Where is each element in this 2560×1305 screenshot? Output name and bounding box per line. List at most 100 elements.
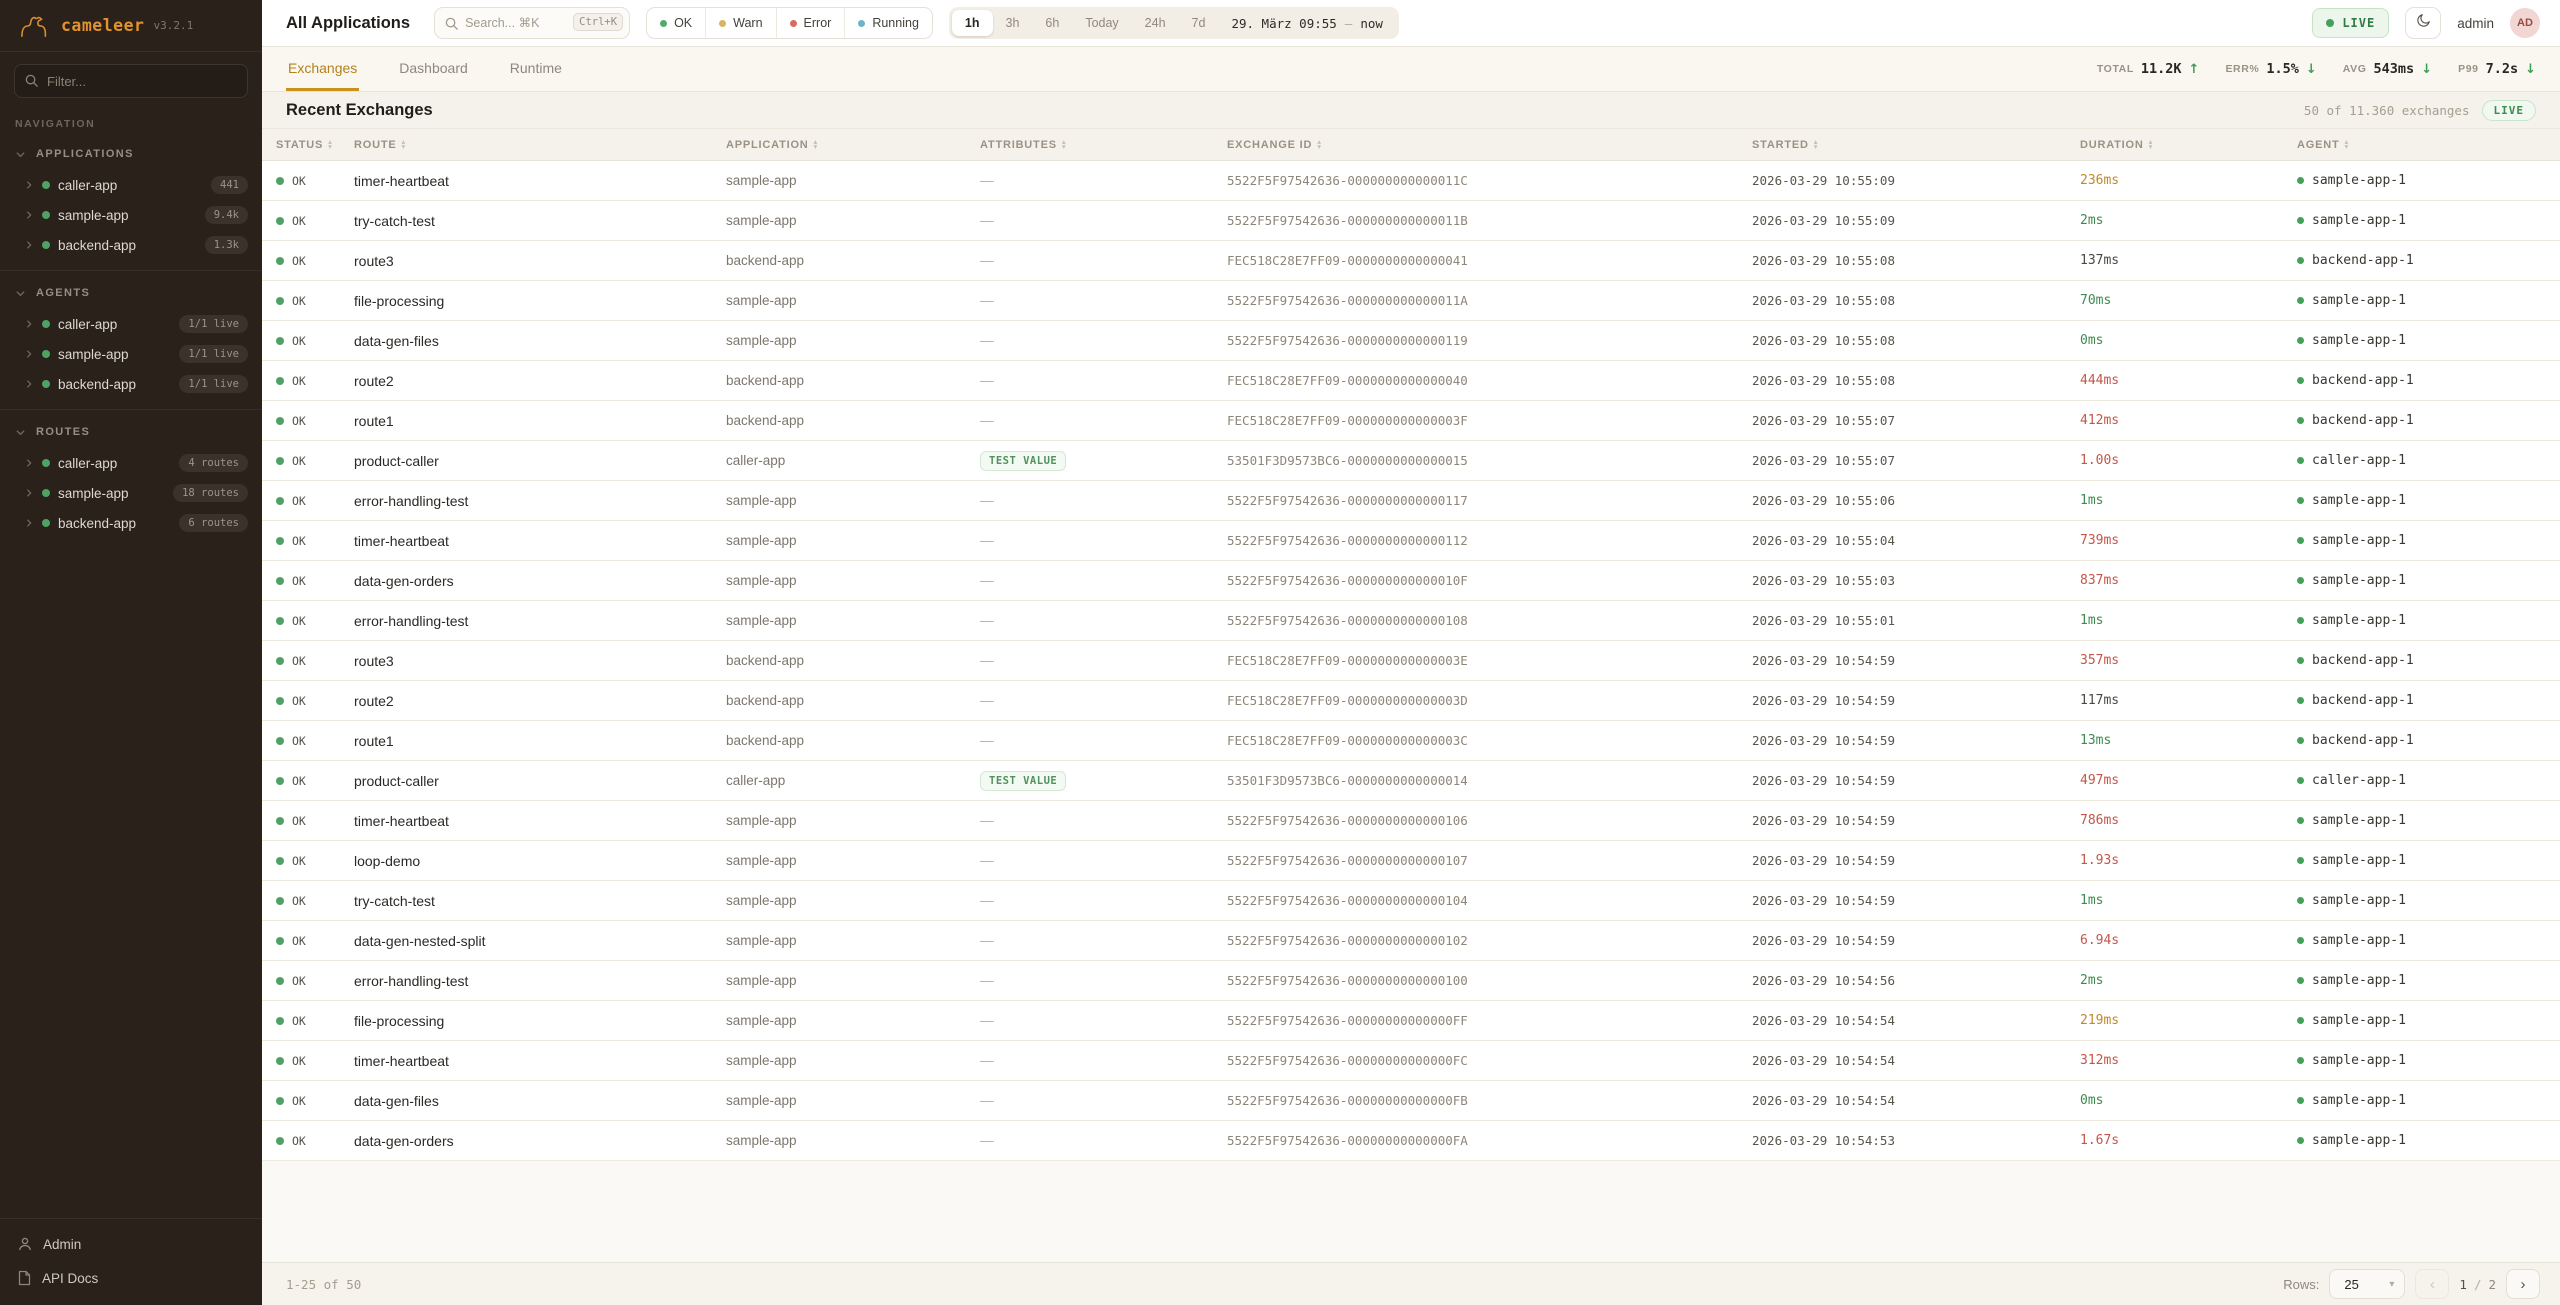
sidebar-footer-item-admin[interactable]: Admin xyxy=(0,1227,262,1261)
table-row[interactable]: OK timer-heartbeat sample-app — 5522F5F9… xyxy=(262,801,2560,841)
avatar[interactable]: AD xyxy=(2510,8,2540,38)
time-range-1h[interactable]: 1h xyxy=(952,10,993,36)
status-filter-running[interactable]: Running xyxy=(844,8,932,38)
application-cell: sample-app xyxy=(726,293,980,308)
column-header-application[interactable]: APPLICATION ▴▾ xyxy=(726,139,980,151)
table-row[interactable]: OK timer-heartbeat sample-app — 5522F5F9… xyxy=(262,161,2560,201)
column-header-route[interactable]: ROUTE ▴▾ xyxy=(354,139,726,151)
agent-dot xyxy=(2297,937,2304,944)
sidebar-item-caller-app[interactable]: caller-app 441 xyxy=(0,170,262,200)
attributes-cell: — xyxy=(980,693,1227,708)
username-label[interactable]: admin xyxy=(2457,16,2494,31)
status-text: OK xyxy=(292,734,306,748)
sidebar-item-backend-app[interactable]: backend-app 6 routes xyxy=(0,508,262,538)
column-header-duration[interactable]: DURATION ▴▾ xyxy=(2080,139,2297,151)
table-row[interactable]: OK data-gen-files sample-app — 5522F5F97… xyxy=(262,1081,2560,1121)
status-filter-warn[interactable]: Warn xyxy=(705,8,775,38)
sidebar-item-sample-app[interactable]: sample-app 1/1 live xyxy=(0,339,262,369)
agent-dot xyxy=(2297,1137,2304,1144)
agent-cell: sample-app-1 xyxy=(2312,333,2406,348)
route-cell: route3 xyxy=(354,653,726,669)
sort-icon: ▴▾ xyxy=(328,140,333,148)
duration-cell: 137ms xyxy=(2080,253,2297,268)
time-range-today[interactable]: Today xyxy=(1072,10,1131,36)
document-icon xyxy=(17,1270,32,1286)
sidebar-item-sample-app[interactable]: sample-app 9.4k xyxy=(0,200,262,230)
duration-cell: 2ms xyxy=(2080,973,2297,988)
table-row[interactable]: OK timer-heartbeat sample-app — 5522F5F9… xyxy=(262,521,2560,561)
theme-toggle-button[interactable] xyxy=(2405,7,2441,39)
previous-page-button[interactable]: ‹ xyxy=(2415,1269,2449,1299)
application-cell: sample-app xyxy=(726,213,980,228)
sidebar-item-badge: 4 routes xyxy=(179,454,248,472)
column-header-agent[interactable]: AGENT ▴▾ xyxy=(2297,139,2560,151)
table-row[interactable]: OK product-caller caller-app TEST VALUE … xyxy=(262,441,2560,481)
table-row[interactable]: OK route3 backend-app — FEC518C28E7FF09-… xyxy=(262,641,2560,681)
status-ok-dot xyxy=(276,217,284,225)
status-filter-ok[interactable]: OK xyxy=(647,8,705,38)
pagination-bar: 1-25 of 50 Rows: 25 ▾ ‹ 1/2 › xyxy=(262,1262,2560,1305)
table-row[interactable]: OK data-gen-files sample-app — 5522F5F97… xyxy=(262,321,2560,361)
table-row[interactable]: OK file-processing sample-app — 5522F5F9… xyxy=(262,281,2560,321)
chevron-left-icon: ‹ xyxy=(2430,1276,2435,1293)
table-row[interactable]: OK try-catch-test sample-app — 5522F5F97… xyxy=(262,881,2560,921)
attributes-cell: — xyxy=(980,973,1227,988)
exchange-id-cell: 5522F5F97542636-00000000000000FF xyxy=(1227,1013,1752,1028)
time-range-7d[interactable]: 7d xyxy=(1179,10,1219,36)
sidebar-item-sample-app[interactable]: sample-app 18 routes xyxy=(0,478,262,508)
stat-value: 1.5% xyxy=(2266,61,2299,77)
sidebar-section-header[interactable]: APPLICATIONS xyxy=(0,138,262,170)
table-row[interactable]: OK data-gen-nested-split sample-app — 55… xyxy=(262,921,2560,961)
table-row[interactable]: OK data-gen-orders sample-app — 5522F5F9… xyxy=(262,1121,2560,1161)
sidebar-section-header[interactable]: AGENTS xyxy=(0,277,262,309)
table-row[interactable]: OK loop-demo sample-app — 5522F5F9754263… xyxy=(262,841,2560,881)
agent-dot xyxy=(2297,337,2304,344)
attributes-cell: — xyxy=(980,653,1227,668)
table-row[interactable]: OK try-catch-test sample-app — 5522F5F97… xyxy=(262,201,2560,241)
sidebar-item-caller-app[interactable]: caller-app 1/1 live xyxy=(0,309,262,339)
attributes-cell: — xyxy=(980,1053,1227,1068)
sidebar-item-backend-app[interactable]: backend-app 1.3k xyxy=(0,230,262,260)
table-row[interactable]: OK timer-heartbeat sample-app — 5522F5F9… xyxy=(262,1041,2560,1081)
table-row[interactable]: OK product-caller caller-app TEST VALUE … xyxy=(262,761,2560,801)
tab-exchanges[interactable]: Exchanges xyxy=(286,47,359,91)
date-range-picker[interactable]: 29. März 09:55—now xyxy=(1218,16,1395,31)
started-cell: 2026-03-29 10:54:59 xyxy=(1752,733,2080,748)
column-header-status[interactable]: STATUS ▴▾ xyxy=(276,139,354,151)
table-row[interactable]: OK route1 backend-app — FEC518C28E7FF09-… xyxy=(262,401,2560,441)
rows-per-page-select[interactable]: 25 ▾ xyxy=(2329,1269,2405,1299)
table-row[interactable]: OK data-gen-orders sample-app — 5522F5F9… xyxy=(262,561,2560,601)
status-filter-error[interactable]: Error xyxy=(776,8,845,38)
exchange-id-cell: 5522F5F97542636-0000000000000119 xyxy=(1227,333,1752,348)
table-row[interactable]: OK file-processing sample-app — 5522F5F9… xyxy=(262,1001,2560,1041)
table-row[interactable]: OK route3 backend-app — FEC518C28E7FF09-… xyxy=(262,241,2560,281)
table-row[interactable]: OK error-handling-test sample-app — 5522… xyxy=(262,601,2560,641)
column-header-started[interactable]: STARTED ▴▾ xyxy=(1752,139,2080,151)
next-page-button[interactable]: › xyxy=(2506,1269,2540,1299)
attributes-cell: — xyxy=(980,853,1227,868)
route-cell: data-gen-files xyxy=(354,1093,726,1109)
agent-dot xyxy=(2297,697,2304,704)
time-range-3h[interactable]: 3h xyxy=(993,10,1033,36)
filter-input[interactable] xyxy=(14,64,248,98)
table-row[interactable]: OK route2 backend-app — FEC518C28E7FF09-… xyxy=(262,681,2560,721)
agent-cell: backend-app-1 xyxy=(2312,733,2414,748)
live-toggle-button[interactable]: LIVE xyxy=(2312,8,2389,38)
route-cell: route3 xyxy=(354,253,726,269)
table-row[interactable]: OK route1 backend-app — FEC518C28E7FF09-… xyxy=(262,721,2560,761)
time-range-6h[interactable]: 6h xyxy=(1032,10,1072,36)
sidebar-item-backend-app[interactable]: backend-app 1/1 live xyxy=(0,369,262,399)
column-header-attributes[interactable]: ATTRIBUTES ▴▾ xyxy=(980,139,1227,151)
sidebar-section-header[interactable]: ROUTES xyxy=(0,416,262,448)
table-row[interactable]: OK error-handling-test sample-app — 5522… xyxy=(262,961,2560,1001)
table-row[interactable]: OK route2 backend-app — FEC518C28E7FF09-… xyxy=(262,361,2560,401)
tab-dashboard[interactable]: Dashboard xyxy=(397,47,470,91)
time-range-24h[interactable]: 24h xyxy=(1132,10,1179,36)
agent-cell: backend-app-1 xyxy=(2312,413,2414,428)
column-header-exchange-id[interactable]: EXCHANGE ID ▴▾ xyxy=(1227,139,1752,151)
status-dot xyxy=(42,320,50,328)
sidebar-footer-item-api-docs[interactable]: API Docs xyxy=(0,1261,262,1295)
table-row[interactable]: OK error-handling-test sample-app — 5522… xyxy=(262,481,2560,521)
sidebar-item-caller-app[interactable]: caller-app 4 routes xyxy=(0,448,262,478)
tab-runtime[interactable]: Runtime xyxy=(508,47,564,91)
